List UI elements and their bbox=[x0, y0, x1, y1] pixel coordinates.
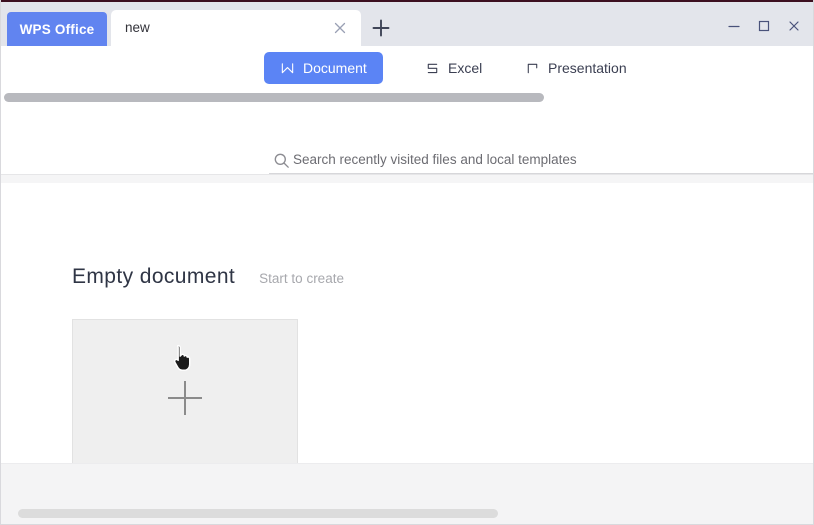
main-content: Empty document Start to create bbox=[1, 183, 813, 477]
plus-icon[interactable] bbox=[369, 16, 393, 40]
search-input[interactable] bbox=[293, 152, 813, 167]
category-tab-document[interactable]: Document bbox=[264, 52, 383, 84]
page-title: Empty document bbox=[72, 265, 236, 288]
section-gray-strip bbox=[1, 175, 813, 183]
category-tab-document-label: Document bbox=[303, 60, 367, 76]
category-tab-presentation-label: Presentation bbox=[548, 60, 627, 76]
minimize-icon[interactable] bbox=[719, 12, 749, 40]
maximize-icon[interactable] bbox=[749, 12, 779, 40]
wps-office-window: WPS Office new Document Excel Presentati… bbox=[0, 0, 814, 525]
window-controls bbox=[719, 12, 809, 40]
bottom-panel bbox=[1, 463, 813, 524]
wps-spreadsheet-icon bbox=[425, 61, 440, 76]
horizontal-scrollbar-top[interactable] bbox=[4, 93, 544, 102]
app-body: Document Excel Presentation Search recen… bbox=[1, 46, 813, 524]
search-zone bbox=[1, 108, 813, 174]
category-tab-excel-label: Excel bbox=[448, 60, 483, 76]
tab-new[interactable]: new bbox=[111, 10, 361, 46]
category-tab-row: Document Excel Presentation bbox=[1, 46, 813, 92]
search-icon bbox=[273, 152, 290, 169]
page-subtitle: Start to create bbox=[259, 271, 344, 286]
wps-writer-icon bbox=[280, 61, 295, 76]
tab-new-label: new bbox=[125, 20, 150, 35]
wps-presentation-icon bbox=[525, 61, 540, 76]
wps-office-home-badge[interactable]: WPS Office bbox=[7, 12, 107, 46]
new-blank-document-card[interactable] bbox=[72, 319, 298, 477]
close-icon[interactable] bbox=[779, 12, 809, 40]
close-icon[interactable] bbox=[331, 19, 349, 37]
horizontal-scrollbar-bottom[interactable] bbox=[18, 509, 498, 518]
section-heading-row: Empty document Start to create bbox=[72, 265, 344, 289]
wps-office-badge-label: WPS Office bbox=[19, 21, 95, 37]
title-bar: WPS Office new bbox=[1, 2, 813, 46]
plus-icon bbox=[168, 381, 202, 415]
category-tab-excel[interactable]: Excel bbox=[409, 52, 498, 84]
category-tab-presentation[interactable]: Presentation bbox=[509, 52, 643, 84]
